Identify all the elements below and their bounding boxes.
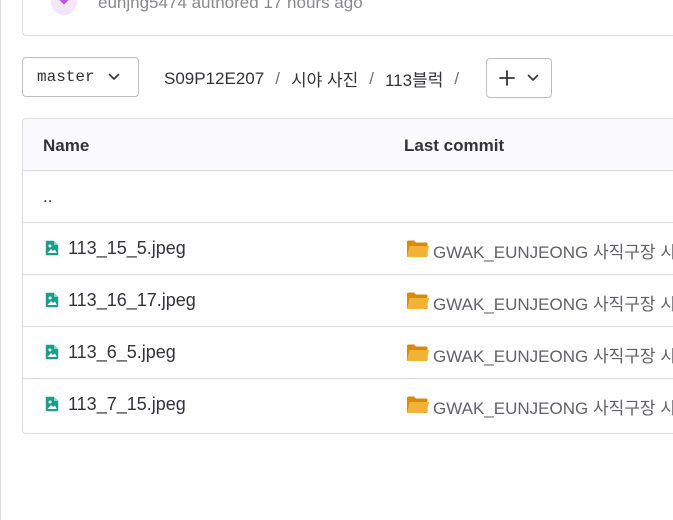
- folder-emoji-icon: [407, 240, 429, 257]
- table-row[interactable]: 113_16_17.jpeg GWAK_EUNJEONG 사직구장 시: [23, 275, 673, 327]
- chevron-down-icon: [527, 74, 539, 81]
- breadcrumb-item-folder[interactable]: 시야 사진: [291, 66, 358, 91]
- column-header-last-commit: Last commit: [404, 136, 505, 155]
- breadcrumb-item-project[interactable]: S09P12E207: [164, 69, 264, 89]
- file-name-link[interactable]: 113_7_15.jpeg: [68, 394, 186, 415]
- left-divider: [0, 0, 1, 520]
- table-row[interactable]: 113_7_15.jpeg GWAK_EUNJEONG 사직구장 시: [23, 379, 673, 431]
- branch-selector-button[interactable]: master: [22, 57, 139, 97]
- image-file-icon: [45, 344, 59, 360]
- plus-icon: [499, 70, 515, 86]
- commit-message-link[interactable]: GWAK_EUNJEONG 사직구장 시: [433, 394, 673, 419]
- folder-emoji-icon: [407, 396, 429, 413]
- parent-directory-link[interactable]: ..: [43, 187, 52, 207]
- image-file-icon: [45, 240, 59, 256]
- avatar[interactable]: [51, 0, 77, 15]
- column-header-name: Name: [43, 136, 90, 155]
- breadcrumb-separator: /: [369, 68, 374, 88]
- add-to-tree-button[interactable]: [486, 58, 552, 98]
- file-name-link[interactable]: 113_16_17.jpeg: [68, 290, 196, 311]
- table-row[interactable]: 113_6_5.jpeg GWAK_EUNJEONG 사직구장 시: [23, 327, 673, 379]
- breadcrumb: S09P12E207 / 시야 사진 / 113블럭 /: [164, 66, 470, 91]
- folder-emoji-icon: [407, 344, 429, 361]
- chevron-down-icon: [108, 73, 120, 80]
- table-row-parent[interactable]: ..: [23, 171, 673, 223]
- breadcrumb-item-subfolder[interactable]: 113블럭: [385, 66, 443, 91]
- breadcrumb-separator: /: [454, 68, 460, 88]
- file-tree-table: Name Last commit .. 113_15_5.jpeg GWAK_E…: [22, 118, 673, 434]
- folder-emoji-icon: [407, 292, 429, 309]
- table-header: Name Last commit: [23, 119, 673, 171]
- branch-label: master: [37, 68, 95, 86]
- image-file-icon: [45, 292, 59, 308]
- file-name-link[interactable]: 113_6_5.jpeg: [68, 342, 176, 363]
- commit-author-text: eunjng5474 authored 17 hours ago: [98, 0, 363, 12]
- commit-message-link[interactable]: GWAK_EUNJEONG 사직구장 시: [433, 342, 673, 367]
- repository-tree-page: eunjng5474 authored 17 hours ago master …: [0, 0, 673, 520]
- last-commit-box: eunjng5474 authored 17 hours ago: [22, 0, 673, 36]
- image-file-icon: [45, 396, 59, 412]
- table-row[interactable]: 113_15_5.jpeg GWAK_EUNJEONG 사직구장 시: [23, 223, 673, 275]
- file-name-link[interactable]: 113_15_5.jpeg: [68, 238, 186, 259]
- breadcrumb-separator: /: [275, 68, 280, 88]
- commit-message-link[interactable]: GWAK_EUNJEONG 사직구장 시: [433, 238, 673, 263]
- commit-message-link[interactable]: GWAK_EUNJEONG 사직구장 시: [433, 290, 673, 315]
